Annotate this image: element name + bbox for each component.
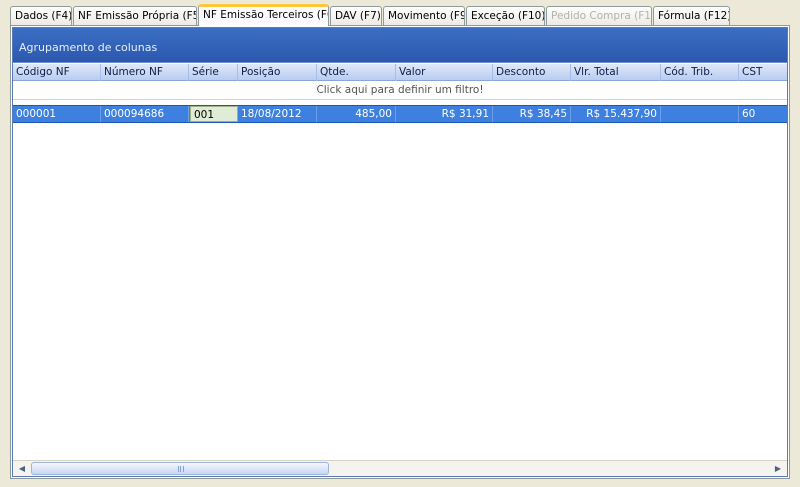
tab-excecao[interactable]: Exceção (F10): [466, 6, 545, 25]
scroll-left-arrow-icon[interactable]: ◀: [14, 461, 30, 476]
column-header-serie[interactable]: Série: [189, 64, 238, 81]
data-grid: Agrupamento de colunas Código NF Número …: [12, 27, 788, 477]
cell-codigo-nf[interactable]: 000001: [13, 106, 101, 122]
column-header-codigo-nf[interactable]: Código NF: [13, 64, 101, 81]
scrollbar-thumb[interactable]: [31, 462, 329, 475]
cell-qtde[interactable]: 485,00: [317, 106, 396, 122]
column-header-cod-trib[interactable]: Cód. Trib.: [661, 64, 739, 81]
column-header-numero-nf[interactable]: Número NF: [101, 64, 189, 81]
cell-vlr-total[interactable]: R$ 15.437,90: [571, 106, 661, 122]
tab-dados[interactable]: Dados (F4): [10, 6, 72, 25]
tab-panel: Agrupamento de colunas Código NF Número …: [10, 25, 790, 479]
table-row[interactable]: 000001 000094686 001 18/08/2012 485,00 R…: [13, 105, 787, 123]
column-header-vlr-total[interactable]: Vlr. Total: [571, 64, 661, 81]
column-header-qtde[interactable]: Qtde.: [317, 64, 396, 81]
filter-prompt: Click aqui para definir um filtro!: [316, 84, 484, 96]
cell-valor[interactable]: R$ 31,91: [396, 106, 493, 122]
cell-serie[interactable]: 001: [190, 106, 238, 122]
tab-nf-emissao-terceiros[interactable]: NF Emissão Terceiros (F6): [198, 4, 329, 26]
cell-posicao[interactable]: 18/08/2012: [238, 106, 317, 122]
tab-dav[interactable]: DAV (F7): [330, 6, 382, 25]
tab-nf-emissao-propria[interactable]: NF Emissão Própria (F5): [73, 6, 197, 25]
tab-formula[interactable]: Fórmula (F12): [653, 6, 730, 25]
cell-desconto[interactable]: R$ 38,45: [493, 106, 571, 122]
tab-strip: Dados (F4) NF Emissão Própria (F5) NF Em…: [10, 4, 790, 26]
column-header-row: Código NF Número NF Série Posição Qtde. …: [13, 64, 787, 81]
tab-pedido-compra: Pedido Compra (F11): [546, 6, 652, 25]
column-header-valor[interactable]: Valor: [396, 64, 493, 81]
tab-movimento[interactable]: Movimento (F9): [383, 6, 465, 25]
scrollbar-grip-icon: [178, 466, 184, 472]
cell-cod-trib[interactable]: [661, 106, 739, 122]
cell-numero-nf[interactable]: 000094686: [101, 106, 189, 122]
column-header-desconto[interactable]: Desconto: [493, 64, 571, 81]
horizontal-scrollbar[interactable]: ◀ ▶: [13, 460, 787, 476]
group-by-panel[interactable]: Agrupamento de colunas: [13, 28, 787, 63]
filter-row[interactable]: Click aqui para definir um filtro!: [13, 82, 787, 100]
column-header-cst[interactable]: CST: [739, 64, 787, 81]
scroll-right-arrow-icon[interactable]: ▶: [770, 461, 786, 476]
group-by-label: Agrupamento de colunas: [19, 41, 158, 54]
cell-cst[interactable]: 60: [739, 106, 787, 122]
column-header-posicao[interactable]: Posição: [238, 64, 317, 81]
